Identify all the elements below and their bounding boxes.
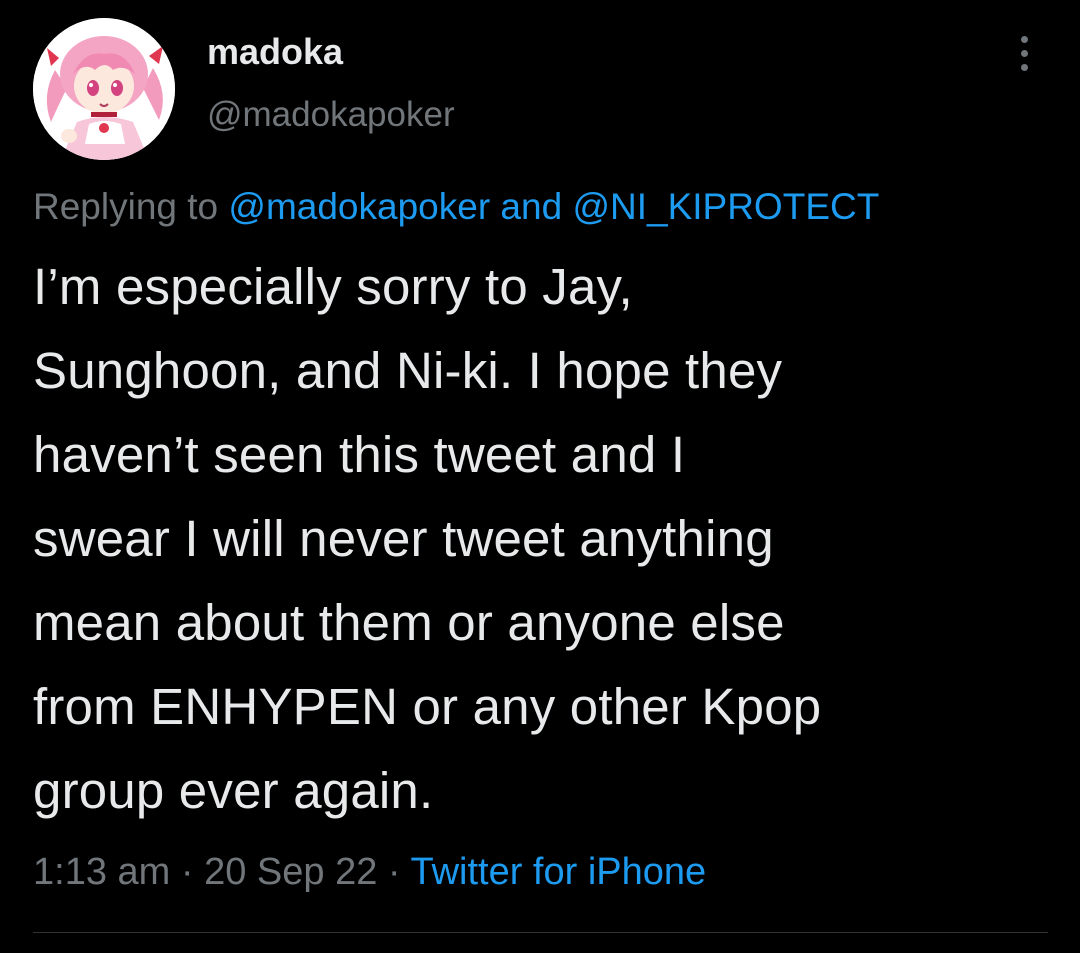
tweet-text-line: group ever again.: [33, 762, 434, 819]
reply-mention-joiner: and: [490, 186, 573, 227]
more-options-button[interactable]: [1004, 28, 1044, 78]
tweet-text-line: from ENHYPEN or any other Kpop: [33, 678, 822, 735]
more-vertical-icon-dot: [1020, 49, 1028, 57]
tweet-detail: madoka @madokapoker Replying to @madokap…: [0, 0, 1080, 953]
divider: [33, 932, 1048, 933]
tweet-text-line: Sunghoon, and Ni-ki. I hope they: [33, 342, 783, 399]
tweet-text: I’m especially sorry to Jay, Sunghoon, a…: [33, 245, 1043, 833]
tweet-time[interactable]: 1:13 am: [33, 851, 170, 893]
tweet-text-line: mean about them or anyone else: [33, 594, 785, 651]
tweet-text-line: I’m especially sorry to Jay,: [33, 258, 633, 315]
tweet-text-line: haven’t seen this tweet and I: [33, 426, 686, 483]
more-vertical-icon: [1020, 35, 1028, 43]
meta-separator: ·: [170, 851, 205, 893]
avatar-image: [33, 18, 175, 160]
tweet-date[interactable]: 20 Sep 22: [204, 851, 377, 893]
replying-to-label: Replying to: [33, 186, 229, 227]
meta-separator: ·: [377, 851, 411, 893]
reply-mention-madokapoker[interactable]: @madokapoker: [228, 186, 490, 227]
replying-to: Replying to @madokapoker and @NI_KIPROTE…: [33, 184, 879, 230]
tweet-text-line: swear I will never tweet anything: [33, 510, 774, 567]
tweet-meta: 1:13 am · 20 Sep 22 · Twitter for iPhone: [33, 848, 706, 896]
reply-mention-ni-kiprotect[interactable]: @NI_KIPROTECT: [572, 186, 879, 227]
avatar[interactable]: [33, 18, 175, 160]
display-name[interactable]: madoka: [207, 30, 343, 74]
user-handle[interactable]: @madokapoker: [207, 93, 455, 137]
more-vertical-icon-dot: [1020, 63, 1028, 71]
tweet-source-link[interactable]: Twitter for iPhone: [410, 851, 706, 893]
